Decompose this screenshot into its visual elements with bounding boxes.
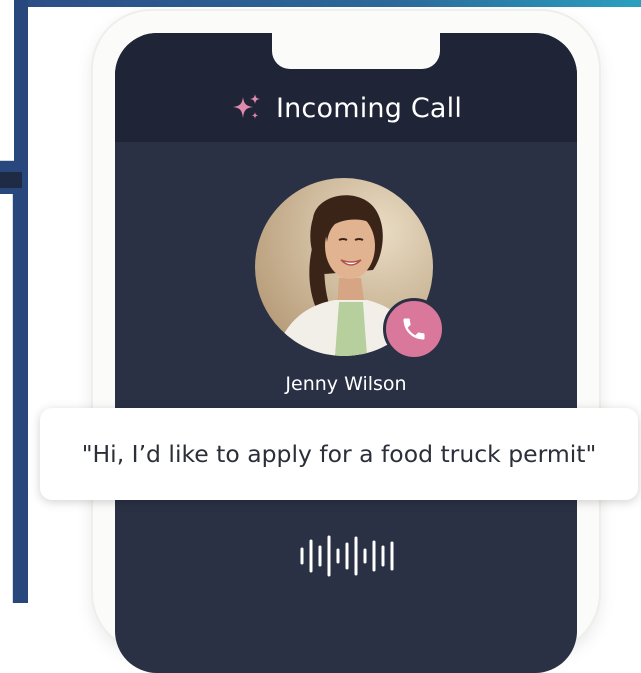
sparkle-icon — [232, 94, 260, 119]
call-title: Incoming Call — [275, 92, 463, 124]
answer-call-button[interactable] — [383, 298, 445, 360]
phone-frame: Incoming Call Jenny Wilson — [93, 11, 599, 673]
background-banner — [28, 0, 641, 7]
background-card — [0, 0, 14, 161]
background-tab — [0, 172, 22, 188]
background-card — [0, 194, 13, 603]
transcript-bubble: "Hi, I’d like to apply for a food truck … — [40, 408, 638, 500]
waveform-icon — [300, 535, 394, 577]
phone-notch — [272, 33, 440, 69]
phone-icon — [403, 318, 425, 340]
phone-screen: Incoming Call Jenny Wilson — [115, 33, 577, 673]
transcript-text: "Hi, I’d like to apply for a food truck … — [81, 440, 597, 468]
caller-name: Jenny Wilson — [285, 373, 407, 395]
header-title-row: Incoming Call — [115, 87, 577, 129]
